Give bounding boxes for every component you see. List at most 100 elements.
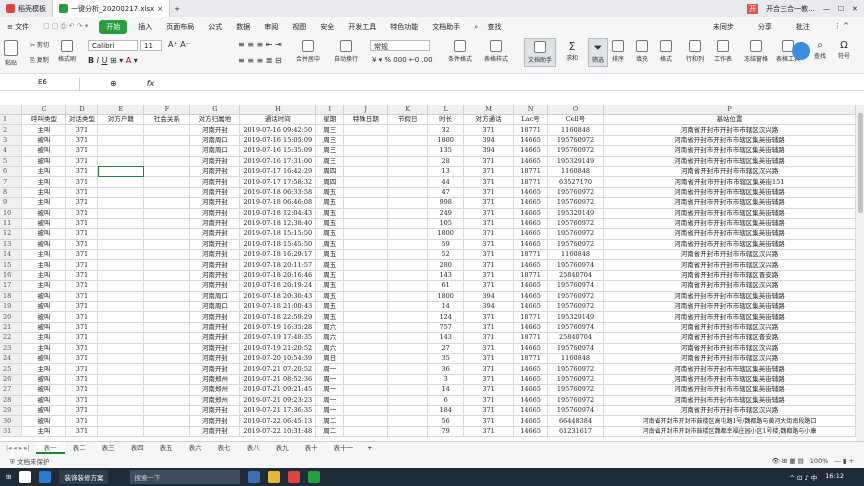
- cell[interactable]: [143, 187, 191, 199]
- cell[interactable]: 河南省开封市开封市市辖区集英街辅路: [603, 374, 856, 386]
- sheet-tab[interactable]: 表九: [268, 442, 297, 454]
- cell[interactable]: 371: [463, 363, 515, 375]
- cell[interactable]: 2019-07-17 16:42:29: [239, 166, 317, 178]
- row-col-button[interactable]: 行和列: [686, 40, 704, 63]
- cell[interactable]: 河南省开封市开封市市辖区晋安路: [603, 270, 856, 282]
- cell[interactable]: 195760972: [547, 374, 605, 386]
- cell[interactable]: 195760972: [547, 384, 605, 396]
- row-number[interactable]: 2: [0, 124, 23, 136]
- cell[interactable]: [387, 239, 429, 251]
- row-number[interactable]: 6: [0, 166, 23, 178]
- cell[interactable]: [143, 176, 191, 188]
- cell[interactable]: 394: [463, 145, 515, 157]
- cell[interactable]: 371: [65, 322, 99, 334]
- cell[interactable]: 195760972: [547, 228, 605, 240]
- cell[interactable]: 18771: [513, 124, 549, 136]
- start-icon[interactable]: ⊞: [6, 473, 11, 481]
- cell[interactable]: 371: [463, 311, 515, 323]
- sheet-tab[interactable]: 表二: [65, 442, 94, 454]
- cell[interactable]: [343, 239, 389, 251]
- cell[interactable]: [143, 135, 191, 147]
- close-icon[interactable]: ×: [157, 5, 163, 13]
- cell[interactable]: [343, 249, 389, 261]
- cell[interactable]: 59: [427, 239, 465, 251]
- cell[interactable]: 371: [65, 187, 99, 199]
- cell[interactable]: [387, 363, 429, 375]
- cell[interactable]: 2019-07-18 16:29:17: [239, 249, 317, 261]
- cell[interactable]: 河南省开封市开封市市辖区集英街辅路: [603, 291, 856, 303]
- cell[interactable]: [143, 156, 191, 167]
- cell[interactable]: 被叫: [21, 322, 67, 334]
- scroll-thumb[interactable]: [857, 113, 863, 213]
- cell[interactable]: 河南省开封市开封市市辖区集英街辅路: [603, 187, 856, 199]
- cell[interactable]: 2019-07-19 17:48:35: [239, 332, 317, 344]
- cell[interactable]: [387, 197, 429, 209]
- cell[interactable]: [387, 311, 429, 323]
- cell[interactable]: 河南省开封市开封市市辖区晋安路: [603, 332, 856, 344]
- cell[interactable]: [387, 405, 429, 417]
- sheet-tab[interactable]: 表十一: [326, 442, 362, 454]
- cell[interactable]: 被叫: [21, 228, 67, 240]
- cell[interactable]: 27: [427, 343, 465, 355]
- cell[interactable]: 河南省开封市开封市市辖区汉兴路: [603, 166, 856, 178]
- merge-center-button[interactable]: 合并居中: [296, 40, 320, 63]
- cell[interactable]: 371: [65, 249, 99, 261]
- cell[interactable]: 18771: [513, 166, 549, 178]
- font-style-buttons[interactable]: B I U ⊞ ▾ A ▾: [88, 56, 138, 65]
- cell[interactable]: 394: [463, 291, 515, 303]
- cell[interactable]: [387, 301, 429, 313]
- cell[interactable]: 25840704: [547, 332, 605, 344]
- cell[interactable]: 被叫: [21, 395, 67, 406]
- cell[interactable]: 14665: [513, 291, 549, 303]
- cell[interactable]: [97, 384, 145, 396]
- menu-dev-tools[interactable]: 开发工具: [341, 22, 383, 32]
- column-header[interactable]: I: [315, 105, 345, 115]
- tab-workbook[interactable]: 一键分析_20200217.xlsx ×: [53, 0, 171, 17]
- column-header[interactable]: K: [387, 105, 429, 115]
- cell[interactable]: [97, 343, 145, 355]
- cell[interactable]: [343, 384, 389, 396]
- cell[interactable]: 河南省开封市开封市市辖区汉兴路: [603, 124, 856, 136]
- account-name[interactable]: 开合三合一教...: [766, 4, 815, 14]
- cell[interactable]: 14665: [513, 384, 549, 396]
- cell[interactable]: 河南省开封市开封市市辖区集英街辅路: [603, 208, 856, 219]
- cell[interactable]: [343, 208, 389, 219]
- cell[interactable]: [343, 301, 389, 313]
- cell[interactable]: 371: [463, 353, 515, 365]
- cell[interactable]: 2019-07-18 20:19:24: [239, 280, 317, 292]
- cell[interactable]: 3: [427, 374, 465, 386]
- cell[interactable]: 河南开封: [189, 166, 241, 178]
- cell[interactable]: [143, 208, 191, 219]
- number-format-buttons[interactable]: ¥ ▾ % 000 ←0 .00: [372, 56, 433, 64]
- cell[interactable]: 周五: [315, 270, 345, 282]
- cell[interactable]: [343, 156, 389, 167]
- cell[interactable]: 河南开封: [189, 343, 241, 355]
- cell[interactable]: 14665: [513, 239, 549, 251]
- header-cell[interactable]: 社会关系: [143, 114, 191, 126]
- cell[interactable]: 14665: [513, 415, 549, 427]
- cell[interactable]: 371: [65, 332, 99, 344]
- cell[interactable]: 195760974: [547, 343, 605, 355]
- cell[interactable]: 124: [427, 311, 465, 323]
- cell[interactable]: 周五: [315, 239, 345, 251]
- cell[interactable]: 河南省开封市开封市市辖区集英街辅路: [603, 145, 856, 157]
- cell[interactable]: 35: [427, 353, 465, 365]
- cell[interactable]: 195760972: [547, 239, 605, 251]
- cell[interactable]: 周五: [315, 311, 345, 323]
- cell[interactable]: 47: [427, 187, 465, 199]
- cell[interactable]: [387, 176, 429, 188]
- cell[interactable]: [387, 208, 429, 219]
- cell[interactable]: [97, 145, 145, 157]
- cell[interactable]: [343, 197, 389, 209]
- cell[interactable]: 周五: [315, 208, 345, 219]
- cell[interactable]: 河南开封: [189, 228, 241, 240]
- cell[interactable]: 河南省开封市开封市市辖区汉兴路: [603, 280, 856, 292]
- column-header[interactable]: D: [65, 105, 99, 115]
- cell[interactable]: 河南省开封市开封市市辖区集英街辅路: [603, 301, 856, 313]
- cell[interactable]: [143, 291, 191, 303]
- cell[interactable]: 371: [65, 145, 99, 157]
- worksheet-button[interactable]: 工作表: [714, 40, 732, 63]
- cell[interactable]: [387, 270, 429, 282]
- search-icon[interactable]: [19, 471, 32, 483]
- cell[interactable]: 河南开封: [189, 415, 241, 427]
